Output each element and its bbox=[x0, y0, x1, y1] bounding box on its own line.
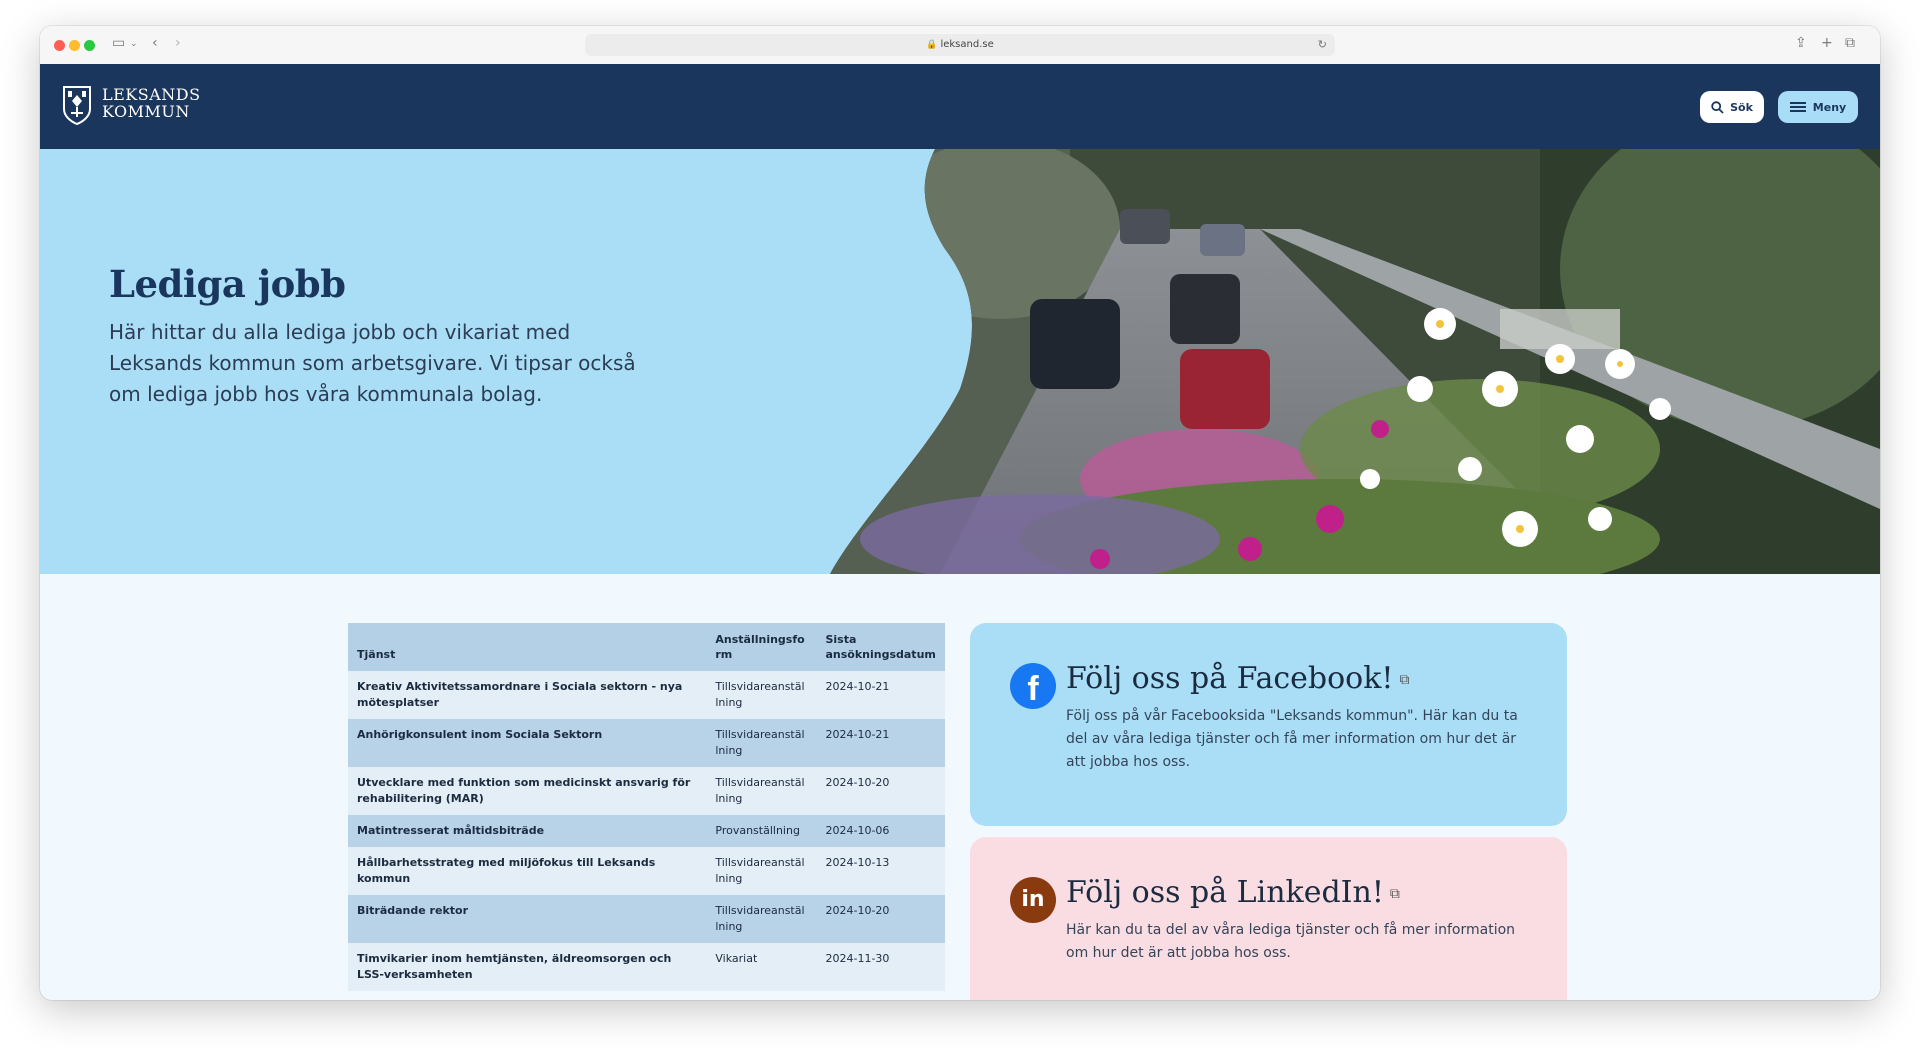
browser-window: ▭ ⌄ ‹ › 🔒 leksand.se ↻ ⇪ + ⧉ LEKSANDS KOM… bbox=[40, 26, 1880, 1000]
table-row[interactable]: Timvikarier inom hemtjänsten, äldreomsor… bbox=[348, 943, 945, 991]
application-deadline: 2024-10-21 bbox=[816, 671, 945, 719]
job-listing-table: Tjänst Anställningsform Sista ansöknings… bbox=[348, 623, 945, 991]
municipal-shield-icon[interactable] bbox=[62, 85, 92, 125]
minimize-window-button[interactable] bbox=[69, 40, 80, 51]
site-header: LEKSANDS KOMMUN Sök Meny bbox=[40, 64, 1880, 149]
external-link-icon: ⧉ bbox=[1399, 672, 1410, 688]
logo-line-2: KOMMUN bbox=[102, 102, 190, 121]
employment-form: Tillsvidareanställning bbox=[706, 895, 817, 943]
facebook-text: Följ oss på vår Facebooksida "Leksands k… bbox=[1066, 708, 1518, 770]
hamburger-icon bbox=[1789, 102, 1806, 112]
back-arrow-icon[interactable]: ‹ bbox=[152, 35, 158, 51]
page-intro: Här hittar du alla lediga jobb och vikar… bbox=[109, 320, 636, 406]
table-row[interactable]: Biträdande rektor Tillsvidareanställning… bbox=[348, 895, 945, 943]
linkedin-text: Här kan du ta del av våra lediga tjänste… bbox=[1066, 922, 1516, 961]
table-row[interactable]: Matintresserat måltidsbiträde Provanstäl… bbox=[348, 815, 945, 847]
facebook-link[interactable]: Följ oss på Facebook! ⧉ bbox=[1066, 661, 1409, 696]
job-title-link[interactable]: Timvikarier inom hemtjänsten, äldreomsor… bbox=[348, 943, 707, 991]
table-row[interactable]: Utvecklare med funktion som medicinskt a… bbox=[348, 767, 945, 815]
new-tab-icon[interactable]: + bbox=[1821, 35, 1833, 51]
application-deadline: 2024-10-13 bbox=[816, 847, 945, 895]
column-header-service[interactable]: Tjänst bbox=[348, 623, 707, 671]
menu-label: Meny bbox=[1812, 100, 1847, 114]
facebook-card: f Följ oss på Facebook! ⧉ Följ oss på vår… bbox=[970, 623, 1567, 826]
job-title-link[interactable]: Anhörigkonsulent inom Sociala Sektorn bbox=[348, 719, 707, 767]
external-link-icon: ⧉ bbox=[1389, 886, 1400, 902]
facebook-glyph: f bbox=[1027, 670, 1039, 708]
facebook-title: Följ oss på Facebook! bbox=[1066, 661, 1394, 696]
share-icon[interactable]: ⇪ bbox=[1795, 35, 1807, 51]
employment-form: Tillsvidareanställning bbox=[706, 719, 817, 767]
linkedin-icon[interactable]: in bbox=[1010, 877, 1056, 923]
logo-line-1: LEKSANDS bbox=[102, 85, 201, 104]
close-window-button[interactable] bbox=[54, 40, 65, 51]
job-title-link[interactable]: Matintresserat måltidsbiträde bbox=[348, 815, 707, 847]
facebook-icon[interactable]: f bbox=[1010, 663, 1056, 709]
tab-overview-icon[interactable]: ⧉ bbox=[1845, 35, 1855, 51]
table-header-row: Tjänst Anställningsform Sista ansöknings… bbox=[348, 623, 945, 671]
job-title-link[interactable]: Hållbarhetsstrateg med miljöfokus till L… bbox=[348, 847, 707, 895]
job-title-link[interactable]: Utvecklare med funktion som medicinskt a… bbox=[348, 767, 707, 815]
application-deadline: 2024-10-20 bbox=[816, 767, 945, 815]
column-header-employment-form[interactable]: Anställningsform bbox=[706, 623, 817, 671]
url-text: leksand.se bbox=[940, 39, 994, 50]
linkedin-link[interactable]: Följ oss på LinkedIn! ⧉ bbox=[1066, 875, 1400, 910]
table-row[interactable]: Hållbarhetsstrateg med miljöfokus till L… bbox=[348, 847, 945, 895]
application-deadline: 2024-10-20 bbox=[816, 895, 945, 943]
linkedin-glyph: in bbox=[1021, 887, 1045, 912]
menu-button[interactable]: Meny bbox=[1778, 91, 1858, 123]
employment-form: Provanställning bbox=[706, 815, 817, 847]
employment-form: Tillsvidareanställning bbox=[706, 847, 817, 895]
table-row[interactable]: Kreativ Aktivitetssamordnare i Sociala s… bbox=[348, 671, 945, 719]
lock-icon: 🔒 bbox=[926, 40, 938, 50]
column-header-deadline[interactable]: Sista ansökningsdatum bbox=[816, 623, 945, 671]
browser-toolbar: ▭ ⌄ ‹ › 🔒 leksand.se ↻ ⇪ + ⧉ bbox=[40, 26, 1880, 65]
application-deadline: 2024-10-06 bbox=[816, 815, 945, 847]
linkedin-card: in Följ oss på LinkedIn! ⧉ Här kan du ta … bbox=[970, 837, 1567, 1000]
employment-form: Tillsvidareanställning bbox=[706, 671, 817, 719]
table-row[interactable]: Anhörigkonsulent inom Sociala Sektorn Ti… bbox=[348, 719, 945, 767]
chevron-down-icon[interactable]: ⌄ bbox=[130, 39, 138, 49]
zoom-window-button[interactable] bbox=[84, 40, 95, 51]
application-deadline: 2024-11-30 bbox=[816, 943, 945, 991]
search-label: Sök bbox=[1730, 100, 1753, 114]
address-bar[interactable]: 🔒 leksand.se ↻ bbox=[585, 34, 1335, 56]
search-button[interactable]: Sök bbox=[1700, 91, 1764, 123]
hero-banner: Lediga jobb Här hittar du alla lediga jo… bbox=[40, 149, 1880, 574]
application-deadline: 2024-10-21 bbox=[816, 719, 945, 767]
employment-form: Vikariat bbox=[706, 943, 817, 991]
job-title-link[interactable]: Kreativ Aktivitetssamordnare i Sociala s… bbox=[348, 671, 707, 719]
forward-arrow-icon[interactable]: › bbox=[175, 35, 181, 51]
site-logo[interactable]: LEKSANDS KOMMUN bbox=[102, 86, 201, 120]
reload-icon[interactable]: ↻ bbox=[1318, 34, 1327, 56]
linkedin-title: Följ oss på LinkedIn! bbox=[1066, 875, 1384, 910]
job-title-link[interactable]: Biträdande rektor bbox=[348, 895, 707, 943]
search-icon bbox=[1711, 100, 1724, 114]
sidebar-toggle-icon[interactable]: ▭ bbox=[112, 35, 125, 51]
employment-form: Tillsvidareanställning bbox=[706, 767, 817, 815]
page-title: Lediga jobb bbox=[109, 262, 346, 306]
